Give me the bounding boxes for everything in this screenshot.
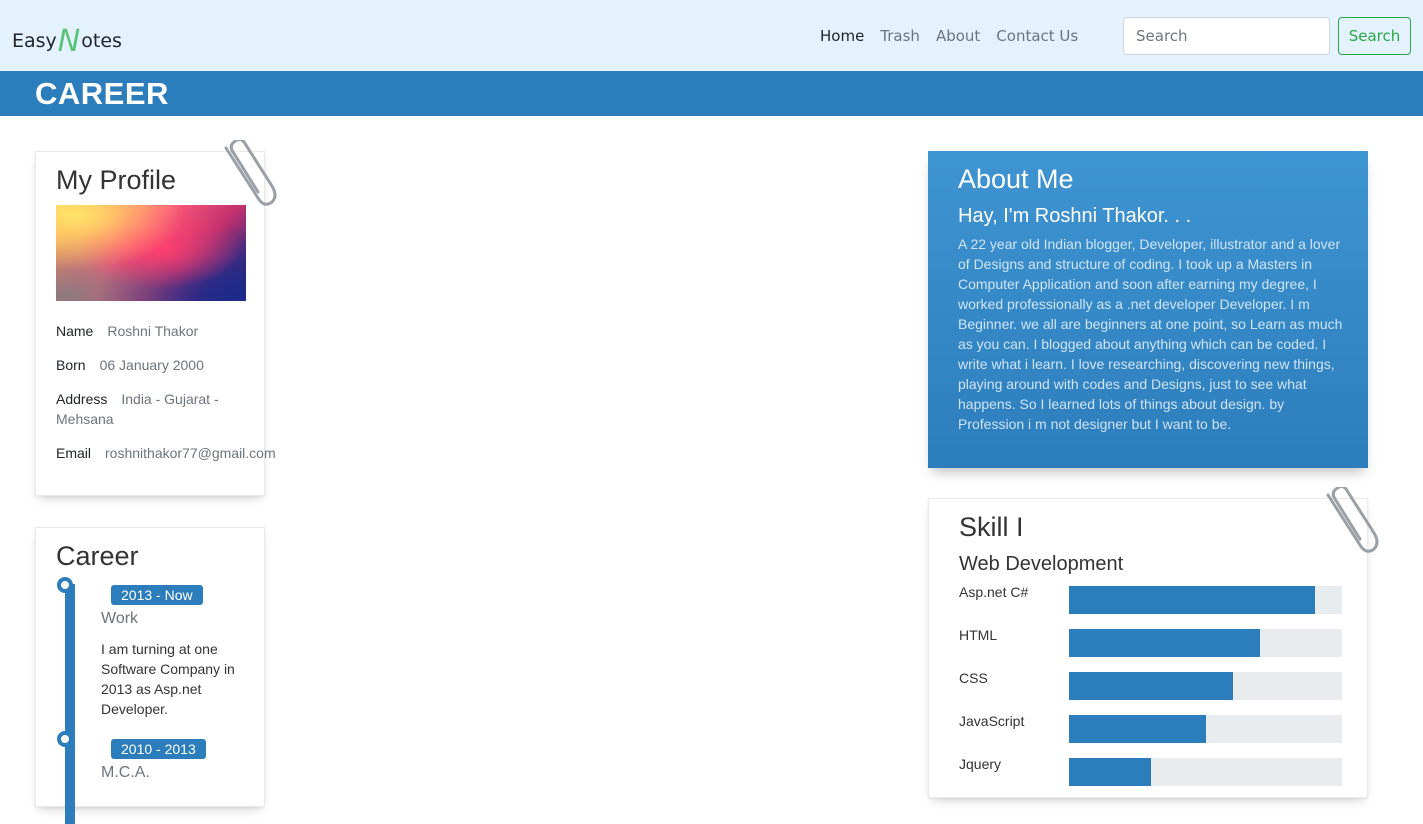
nav-trash-link[interactable]: Trash xyxy=(872,27,928,45)
paperclip-icon xyxy=(224,140,277,206)
about-text: A 22 year old Indian blogger, Developer,… xyxy=(958,236,1343,432)
skill-name: JavaScript xyxy=(959,713,1025,729)
skill-progress-bar xyxy=(1069,715,1206,743)
skill-row: HTML xyxy=(959,627,1342,657)
page-title: CAREER xyxy=(35,76,169,111)
skill-progress-track xyxy=(1069,715,1342,743)
timeline-period-badge: 2013 - Now xyxy=(111,585,203,605)
nav-home-link[interactable]: Home xyxy=(812,27,872,45)
email-value: roshnithakor77@gmail.com xyxy=(105,445,276,461)
skill-progress-track xyxy=(1069,672,1342,700)
skill-progress-bar xyxy=(1069,586,1315,614)
name-value: Roshni Thakor xyxy=(107,323,199,339)
timeline-item-title: Work xyxy=(101,610,139,627)
nav-links: Home Trash About Contact Us xyxy=(812,27,1086,45)
timeline-dot xyxy=(57,577,73,593)
career-title: Career xyxy=(56,541,139,571)
born-value: 06 January 2000 xyxy=(99,357,204,373)
about-subtitle: Hay, I'm Roshni Thakor. . . xyxy=(958,205,1192,227)
skill-row: CSS xyxy=(959,670,1342,700)
skill-row: JavaScript xyxy=(959,713,1342,743)
address-label: Address xyxy=(56,391,108,407)
skill-row: Asp.net C# xyxy=(959,584,1342,614)
skill-progress-bar xyxy=(1069,758,1151,786)
skill-progress-track xyxy=(1069,586,1342,614)
page-banner: CAREER xyxy=(0,71,1423,116)
nav-contact-link[interactable]: Contact Us xyxy=(988,27,1086,45)
skill-progress-bar xyxy=(1069,672,1233,700)
skill-name: CSS xyxy=(959,670,988,686)
skills-title: Skill I xyxy=(959,512,1024,542)
brand-prefix: Easy xyxy=(12,30,57,52)
profile-born-row: Born 06 January 2000 xyxy=(56,355,296,375)
timeline-period-badge: 2010 - 2013 xyxy=(111,739,206,759)
skill-progress-track xyxy=(1069,758,1342,786)
skills-subtitle: Web Development xyxy=(959,553,1124,575)
name-label: Name xyxy=(56,323,94,339)
timeline-dot xyxy=(57,731,73,747)
brand-suffix: otes xyxy=(81,30,122,52)
profile-email-row: Email roshnithakor77@gmail.com xyxy=(56,443,296,463)
nav-about-link[interactable]: About xyxy=(928,27,988,45)
navbar: EasyNotes Home Trash About Contact Us Se… xyxy=(0,0,1423,71)
skill-progress-track xyxy=(1069,629,1342,657)
brand-logo[interactable]: EasyNotes xyxy=(12,20,122,59)
skill-name: Jquery xyxy=(959,756,1002,772)
email-label: Email xyxy=(56,445,92,461)
skill-name: HTML xyxy=(959,627,998,643)
about-card: About Me Hay, I'm Roshni Thakor. . . A 2… xyxy=(928,151,1368,468)
skill-row: Jquery xyxy=(959,756,1342,786)
brand-accent: N xyxy=(57,24,81,59)
profile-address-row: Address India - Gujarat - Mehsana xyxy=(56,389,236,429)
skills-card: Skill I Web Development Asp.net C# HTML CS… xyxy=(928,498,1368,798)
paperclip-icon xyxy=(1326,487,1379,553)
career-card: Career 2013 - Now Work I am turning at o… xyxy=(35,527,265,824)
about-title: About Me xyxy=(958,164,1074,194)
timeline-item-desc: I am turning at one Software Company in … xyxy=(101,641,235,717)
born-label: Born xyxy=(56,357,86,373)
search-button[interactable]: Search xyxy=(1338,17,1411,55)
timeline-line xyxy=(65,584,75,824)
profile-name-row: Name Roshni Thakor xyxy=(56,321,296,341)
profile-title: My Profile xyxy=(56,165,177,195)
skill-progress-bar xyxy=(1069,629,1261,657)
timeline-item-title: M.C.A. xyxy=(101,764,150,781)
search-input[interactable] xyxy=(1123,17,1330,55)
skill-name: Asp.net C# xyxy=(959,584,1029,600)
